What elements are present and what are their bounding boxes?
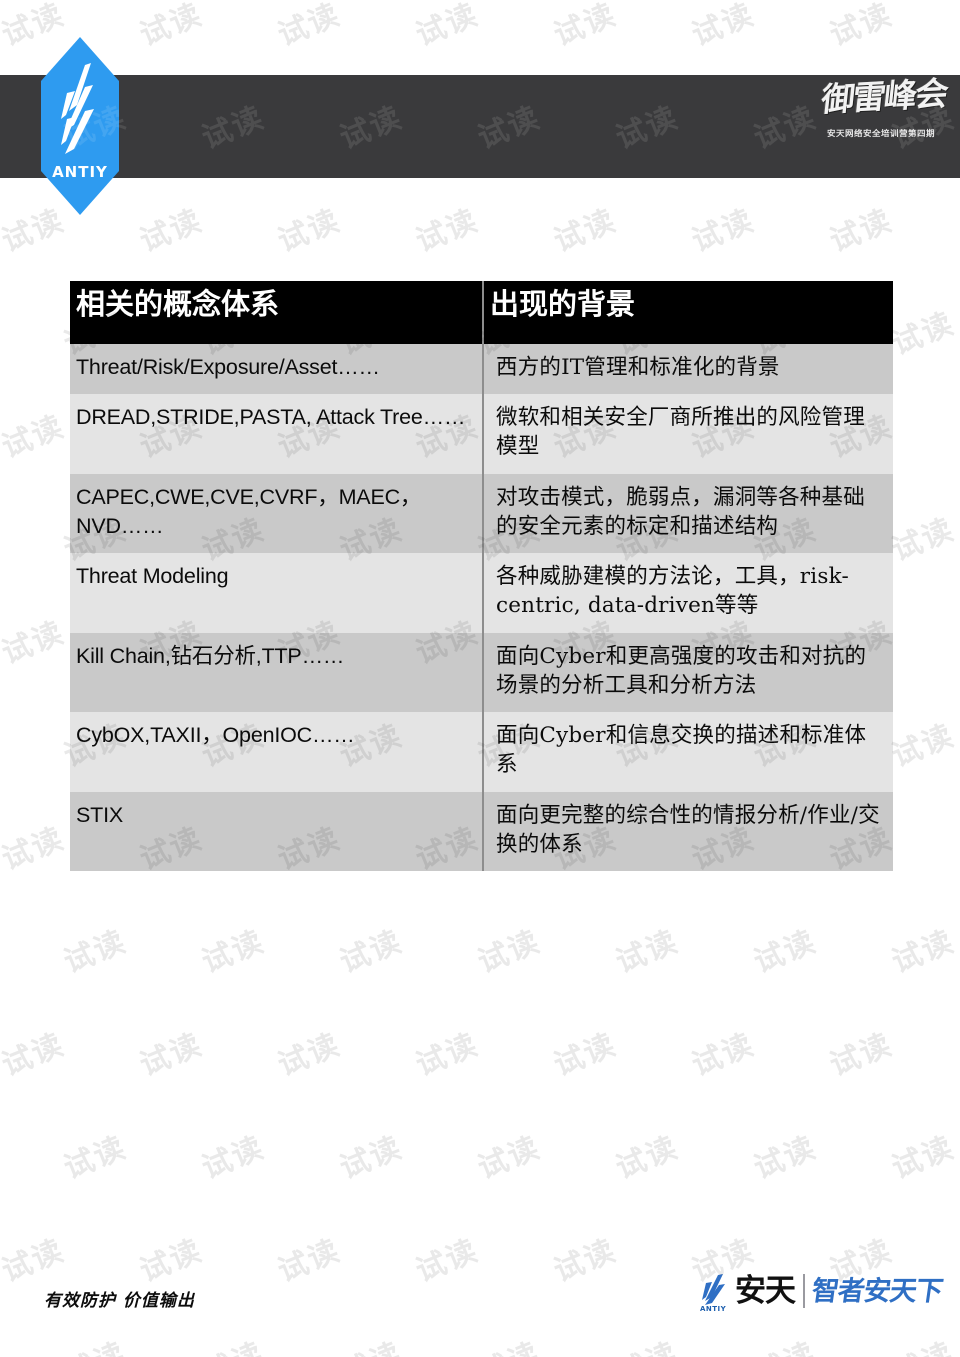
watermark-text: 试读 xyxy=(549,1027,622,1084)
watermark-text: 试读 xyxy=(59,924,132,981)
cell-concept: STIX xyxy=(70,791,483,872)
cell-background: 面向Cyber和更高强度的攻击和对抗的场景的分析工具和分析方法 xyxy=(482,632,893,713)
table-head: 相关的概念体系 出现的背景 xyxy=(70,281,893,344)
watermark-text: 试读 xyxy=(825,0,898,54)
table-header-row: 相关的概念体系 出现的背景 xyxy=(70,281,893,344)
watermark-text: 试读 xyxy=(473,924,546,981)
watermark-text: 试读 xyxy=(197,924,270,981)
table-row: Threat/Risk/Exposure/Asset…… 西方的IT管理和标准化… xyxy=(70,344,893,395)
cell-concept: Threat Modeling xyxy=(70,553,483,633)
table-row: CAPEC,CWE,CVE,CVRF，MAEC，NVD…… 对攻击模式，脆弱点，… xyxy=(70,473,893,554)
watermark-text: 试读 xyxy=(825,1027,898,1084)
cell-concept: Kill Chain,钻石分析,TTP…… xyxy=(70,632,483,713)
column-header-concept: 相关的概念体系 xyxy=(70,281,483,344)
table-body: Threat/Risk/Exposure/Asset…… 西方的IT管理和标准化… xyxy=(70,344,893,872)
watermark-text: 试读 xyxy=(887,1130,960,1187)
cell-background: 面向Cyber和信息交换的描述和标准体系 xyxy=(482,712,893,792)
watermark-text: 试读 xyxy=(0,1233,70,1290)
watermark-text: 试读 xyxy=(749,1130,822,1187)
watermark-text: 试读 xyxy=(887,306,960,363)
table-row: CybOX,TAXII，OpenIOC…… 面向Cyber和信息交换的描述和标准… xyxy=(70,712,893,792)
cell-concept: Threat/Risk/Exposure/Asset…… xyxy=(70,344,483,395)
header-band-inner xyxy=(0,75,960,178)
watermark-text: 试读 xyxy=(611,1130,684,1187)
calligraphy-brand: 御雷峰会 安天网络安全培训营第四期 xyxy=(819,72,949,177)
watermark-text: 试读 xyxy=(608,1329,684,1357)
watermark-text: 试读 xyxy=(411,203,484,260)
cell-background: 对攻击模式，脆弱点，漏洞等各种基础的安全元素的标定和描述结构 xyxy=(482,473,893,554)
watermark-text: 试读 xyxy=(56,1329,132,1357)
cell-background: 面向更完整的综合性的情报分析/作业/交换的体系 xyxy=(482,791,893,872)
watermark-text: 试读 xyxy=(749,924,822,981)
watermark-text: 试读 xyxy=(335,1130,408,1187)
watermark-text: 试读 xyxy=(273,1027,346,1084)
watermark-text: 试读 xyxy=(0,409,70,466)
watermark-text: 试读 xyxy=(411,1233,484,1290)
table-row: Threat Modeling 各种威胁建模的方法论，工具，risk-centr… xyxy=(70,553,893,633)
watermark-text: 试读 xyxy=(549,203,622,260)
svg-text:ANTIY: ANTIY xyxy=(52,163,108,181)
watermark-text: 试读 xyxy=(411,1027,484,1084)
calligraphy-title: 御雷峰会 xyxy=(819,73,949,120)
cell-concept: CAPEC,CWE,CVE,CVRF，MAEC，NVD…… xyxy=(70,473,483,554)
watermark-text: 试读 xyxy=(335,924,408,981)
antiy-logo-icon: ANTIY xyxy=(41,37,119,215)
antiy-logo: ANTIY xyxy=(41,37,119,215)
watermark-text: 试读 xyxy=(825,203,898,260)
cell-background: 各种威胁建模的方法论，工具，risk-centric, data-driven等… xyxy=(482,553,893,633)
concept-system-table: 相关的概念体系 出现的背景 Threat/Risk/Exposure/Asset… xyxy=(70,281,893,872)
watermark-text: 试读 xyxy=(0,1027,70,1084)
watermark-text: 试读 xyxy=(0,821,70,878)
antiy-mark-label: ANTIY xyxy=(700,1305,727,1313)
watermark-text: 试读 xyxy=(746,1329,822,1357)
watermark-text: 试读 xyxy=(194,1329,270,1357)
antiy-mark-icon: ANTIY xyxy=(698,1271,732,1313)
watermark-text: 试读 xyxy=(887,718,960,775)
watermark-text: 试读 xyxy=(135,203,208,260)
header-band xyxy=(0,75,960,178)
table-row: Kill Chain,钻石分析,TTP…… 面向Cyber和更高强度的攻击和对抗… xyxy=(70,632,893,713)
table-row: DREAD,STRIDE,PASTA, Attack Tree…… 微软和相关安… xyxy=(70,394,893,474)
calligraphy-subtitle: 安天网络安全培训营第四期 xyxy=(826,129,935,139)
watermark-text: 试读 xyxy=(687,1027,760,1084)
watermark-text: 试读 xyxy=(887,512,960,569)
watermark-text: 试读 xyxy=(59,1130,132,1187)
watermark-text: 试读 xyxy=(273,0,346,54)
watermark-text: 试读 xyxy=(687,0,760,54)
watermark-text: 试读 xyxy=(411,0,484,54)
cell-concept: DREAD,STRIDE,PASTA, Attack Tree…… xyxy=(70,394,483,474)
watermark-text: 试读 xyxy=(135,1027,208,1084)
watermark-text: 试读 xyxy=(549,0,622,54)
watermark-text: 试读 xyxy=(470,1329,546,1357)
cell-background: 西方的IT管理和标准化的背景 xyxy=(482,344,893,395)
footer-antiy-logo: ANTIY 安天 智者安天下 xyxy=(698,1265,945,1317)
watermark-text: 试读 xyxy=(197,1130,270,1187)
watermark-text: 试读 xyxy=(611,924,684,981)
watermark-text: 试读 xyxy=(887,924,960,981)
footer-tagline: 有效防护 价值输出 xyxy=(44,1291,195,1311)
watermark-text: 试读 xyxy=(0,615,70,672)
watermark-text: 试读 xyxy=(549,1233,622,1290)
watermark-text: 试读 xyxy=(884,1329,960,1357)
logo-divider xyxy=(803,1274,805,1308)
watermark-text: 试读 xyxy=(273,1233,346,1290)
antiy-logo-name: 安天 xyxy=(735,1272,796,1309)
watermark-text: 试读 xyxy=(135,1233,208,1290)
watermark-text: 试读 xyxy=(473,1130,546,1187)
watermark-text: 试读 xyxy=(687,203,760,260)
watermark-text: 试读 xyxy=(332,1329,408,1357)
antiy-logo-slogan: 智者安天下 xyxy=(809,1275,945,1307)
cell-concept: CybOX,TAXII，OpenIOC…… xyxy=(70,712,483,792)
watermark-text: 试读 xyxy=(273,203,346,260)
cell-background: 微软和相关安全厂商所推出的风险管理模型 xyxy=(482,394,893,474)
table-row: STIX 面向更完整的综合性的情报分析/作业/交换的体系 xyxy=(70,791,893,872)
column-header-background: 出现的背景 xyxy=(482,281,893,344)
watermark-text: 试读 xyxy=(135,0,208,54)
